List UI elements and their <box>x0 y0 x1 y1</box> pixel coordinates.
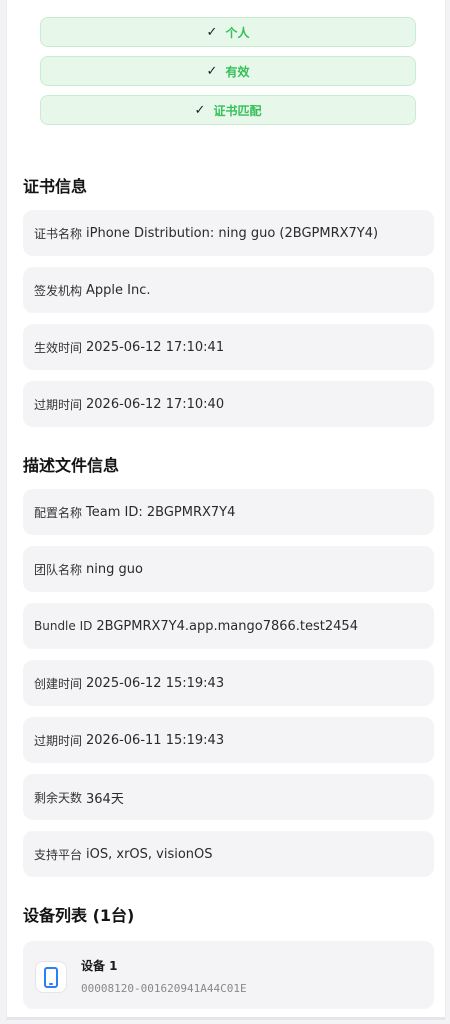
check-icon: ✓ <box>194 102 206 118</box>
profile-expiry-row: 过期时间 2026-06-11 15:19:43 <box>23 717 434 763</box>
row-value: Team ID: 2BGPMRX7Y4 <box>86 504 236 520</box>
row-value: 2025-06-12 17:10:41 <box>86 339 225 355</box>
profile-config-name-row: 配置名称 Team ID: 2BGPMRX7Y4 <box>23 489 434 535</box>
badge-label: 证书匹配 <box>213 103 262 118</box>
certificate-section-title: 证书信息 <box>23 177 88 196</box>
cert-expiry-row: 过期时间 2026-06-12 17:10:40 <box>23 381 434 427</box>
device-list-title: 设备列表 (1台) <box>23 906 135 925</box>
row-label: 剩余天数 <box>34 790 83 805</box>
main-panel: ✓ 个人 ✓ 有效 ✓ 证书匹配 证书信息 证书名称 iPhone Distri… <box>6 0 446 1020</box>
check-icon: ✓ <box>206 24 218 40</box>
row-value: Apple Inc. <box>86 282 151 298</box>
badge-label: 个人 <box>225 25 250 40</box>
profile-team-name-row: 团队名称 ning guo <box>23 546 434 592</box>
profile-bundle-id-row: Bundle ID 2BGPMRX7Y4.app.mango7866.test2… <box>23 603 434 649</box>
row-value: 364天 <box>86 791 124 807</box>
cert-valid-from-row: 生效时间 2025-06-12 17:10:41 <box>23 324 434 370</box>
row-value: 2BGPMRX7Y4.app.mango7866.test2454 <box>96 618 358 634</box>
device-name: 设备 1 <box>81 959 118 973</box>
profile-platforms-row: 支持平台 iOS, xrOS, visionOS <box>23 831 434 877</box>
row-value: iPhone Distribution: ning guo (2BGPMRX7Y… <box>86 225 379 241</box>
badge-label: 有效 <box>225 64 250 79</box>
phone-icon <box>35 961 67 993</box>
profile-days-left-row: 剩余天数 364天 <box>23 774 434 820</box>
row-value: 2026-06-11 15:19:43 <box>86 732 225 748</box>
row-value: iOS, xrOS, visionOS <box>86 846 213 862</box>
row-value: 2026-06-12 17:10:40 <box>86 396 225 412</box>
row-label: 过期时间 <box>34 397 83 412</box>
row-value: 2025-06-12 15:19:43 <box>86 675 225 691</box>
row-value: ning guo <box>86 561 143 577</box>
row-label: 证书名称 <box>34 226 83 241</box>
row-label: 签发机构 <box>34 283 83 298</box>
row-label: 团队名称 <box>34 562 83 577</box>
profile-created-row: 创建时间 2025-06-12 15:19:43 <box>23 660 434 706</box>
row-label: 支持平台 <box>34 847 83 862</box>
row-label: 配置名称 <box>34 505 83 520</box>
device-udid: 00008120-001620941A44C01E <box>81 982 247 995</box>
row-label: 过期时间 <box>34 733 83 748</box>
row-label: 生效时间 <box>34 340 83 355</box>
profile-section-title: 描述文件信息 <box>23 456 120 475</box>
badge-valid: ✓ 有效 <box>40 56 416 86</box>
badge-personal: ✓ 个人 <box>40 17 416 47</box>
row-label: Bundle ID <box>34 619 93 633</box>
device-list-item[interactable]: 设备 1 00008120-001620941A44C01E <box>23 941 434 1009</box>
check-icon: ✓ <box>206 63 218 79</box>
row-label: 创建时间 <box>34 676 83 691</box>
badge-cert-match: ✓ 证书匹配 <box>40 95 416 125</box>
cert-issuer-row: 签发机构 Apple Inc. <box>23 267 434 313</box>
cert-name-row: 证书名称 iPhone Distribution: ning guo (2BGP… <box>23 210 434 256</box>
bottom-divider <box>7 1017 445 1020</box>
